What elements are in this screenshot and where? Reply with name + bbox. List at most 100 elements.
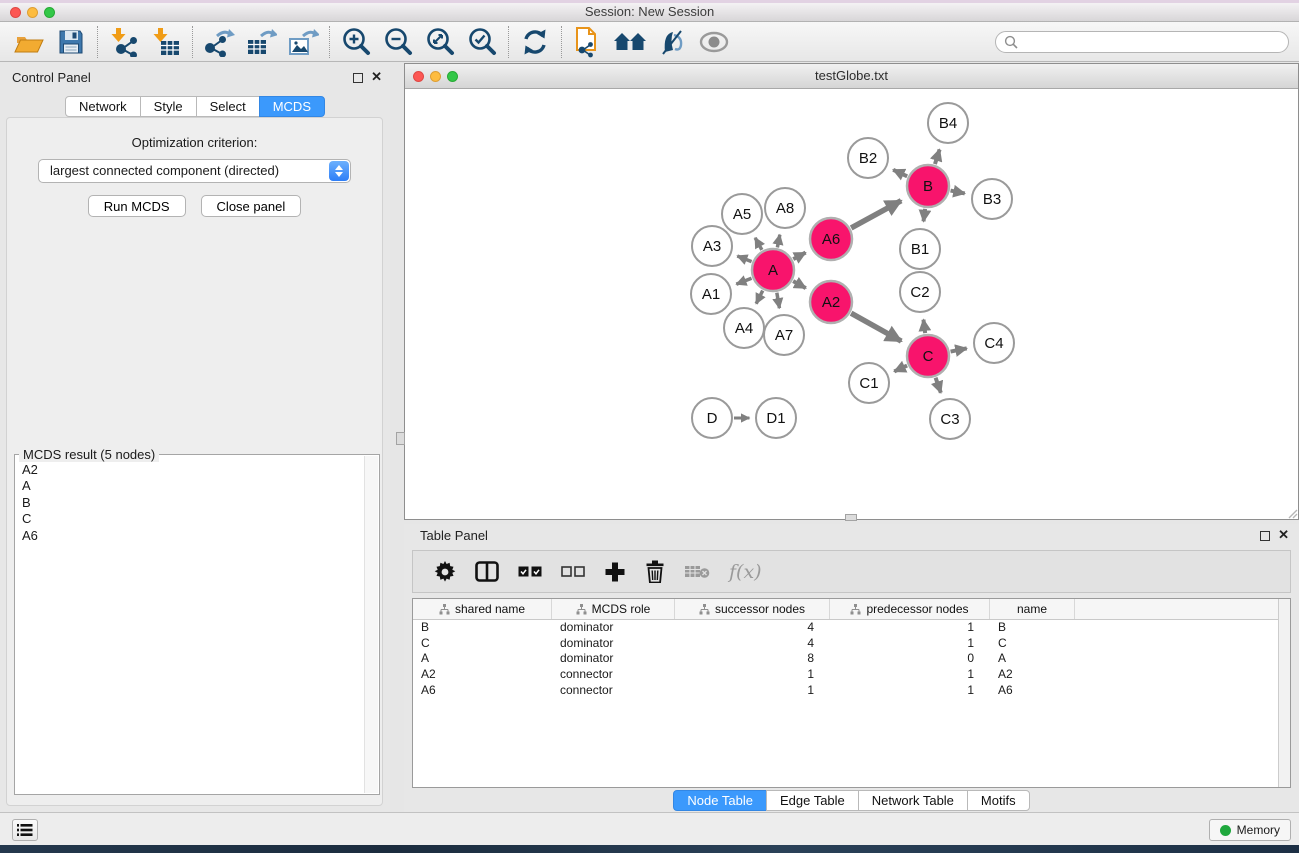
edge-C-C1[interactable] xyxy=(894,366,907,372)
column-header-MCDS-role[interactable]: MCDS role xyxy=(552,599,675,619)
add-column-button[interactable] xyxy=(604,561,626,583)
table-cell[interactable]: 1 xyxy=(830,620,990,636)
tab-edge-table[interactable]: Edge Table xyxy=(766,790,859,811)
node-D[interactable]: D xyxy=(692,398,732,438)
resize-grip-icon[interactable] xyxy=(1286,507,1298,519)
close-panel-icon[interactable]: ✕ xyxy=(371,71,382,83)
edge-C-C2[interactable] xyxy=(923,320,925,334)
select-all-button[interactable] xyxy=(518,566,542,577)
network-from-selection-button[interactable] xyxy=(567,25,609,59)
edge-A-A7[interactable] xyxy=(777,293,780,309)
import-network-button[interactable] xyxy=(103,25,145,59)
node-B4[interactable]: B4 xyxy=(928,103,968,143)
show-details-button[interactable] xyxy=(693,25,735,59)
close-panel-button[interactable]: Close panel xyxy=(201,195,302,217)
table-row[interactable]: Cdominator41C xyxy=(413,636,1290,652)
import-table-button[interactable] xyxy=(145,25,187,59)
node-B2[interactable]: B2 xyxy=(848,138,888,178)
edge-B-B2[interactable] xyxy=(893,170,907,177)
column-header-shared-name[interactable]: shared name xyxy=(413,599,552,619)
run-mcds-button[interactable]: Run MCDS xyxy=(88,195,186,217)
table-cell[interactable]: A6 xyxy=(413,683,552,699)
zoom-out-button[interactable] xyxy=(377,25,419,59)
node-C2[interactable]: C2 xyxy=(900,272,940,312)
table-cell[interactable]: C xyxy=(990,636,1075,652)
node-C1[interactable]: C1 xyxy=(849,363,889,403)
table-cell[interactable]: B xyxy=(413,620,552,636)
result-item[interactable]: A2 xyxy=(22,462,363,478)
table-cell[interactable]: A2 xyxy=(413,667,552,683)
minimize-window-button[interactable] xyxy=(27,7,38,18)
float-table-panel-icon[interactable] xyxy=(1260,531,1270,541)
settings-gear-button[interactable] xyxy=(434,561,456,583)
tab-node-table[interactable]: Node Table xyxy=(673,790,767,811)
node-A6[interactable]: A6 xyxy=(810,218,852,260)
node-B1[interactable]: B1 xyxy=(900,229,940,269)
delete-table-button[interactable] xyxy=(684,564,710,580)
task-history-button[interactable] xyxy=(12,819,38,841)
node-A7[interactable]: A7 xyxy=(764,315,804,355)
result-item[interactable]: C xyxy=(22,511,363,527)
edge-C-C3[interactable] xyxy=(936,378,941,393)
node-A5[interactable]: A5 xyxy=(722,194,762,234)
table-cell[interactable]: connector xyxy=(552,683,675,699)
table-cell[interactable]: A2 xyxy=(990,667,1075,683)
close-window-button[interactable] xyxy=(10,7,21,18)
tab-network-table[interactable]: Network Table xyxy=(858,790,968,811)
tab-style[interactable]: Style xyxy=(140,96,197,117)
function-builder-button[interactable]: f(x) xyxy=(729,561,762,583)
node-A2[interactable]: A2 xyxy=(810,281,852,323)
export-table-button[interactable] xyxy=(240,25,282,59)
vertical-split-handle[interactable] xyxy=(396,432,405,445)
node-B3[interactable]: B3 xyxy=(972,179,1012,219)
net-minimize-button[interactable] xyxy=(430,71,441,82)
node-B[interactable]: B xyxy=(907,165,949,207)
save-session-button[interactable] xyxy=(50,25,92,59)
tab-mcds[interactable]: MCDS xyxy=(259,96,325,117)
edge-B-B4[interactable] xyxy=(935,149,940,164)
table-row[interactable]: Adominator80A xyxy=(413,651,1290,667)
deselect-all-button[interactable] xyxy=(561,566,585,577)
node-A4[interactable]: A4 xyxy=(724,308,764,348)
memory-button[interactable]: Memory xyxy=(1209,819,1291,841)
refresh-button[interactable] xyxy=(514,25,556,59)
table-cell[interactable]: dominator xyxy=(552,620,675,636)
edge-A-A2[interactable] xyxy=(793,281,806,288)
horizontal-split-handle[interactable] xyxy=(845,514,857,521)
table-cell[interactable]: 1 xyxy=(830,667,990,683)
table-cell[interactable]: A xyxy=(990,651,1075,667)
result-item[interactable]: A6 xyxy=(22,528,363,544)
table-row[interactable]: Bdominator41B xyxy=(413,620,1290,636)
node-A3[interactable]: A3 xyxy=(692,226,732,266)
search-input[interactable] xyxy=(995,31,1289,53)
open-session-button[interactable] xyxy=(8,25,50,59)
table-cell[interactable]: A6 xyxy=(990,683,1075,699)
table-cell[interactable]: 8 xyxy=(675,651,830,667)
edge-A2-C[interactable] xyxy=(851,313,901,341)
zoom-selected-button[interactable] xyxy=(461,25,503,59)
table-cell[interactable]: A xyxy=(413,651,552,667)
edge-A-A4[interactable] xyxy=(756,291,763,304)
export-network-button[interactable] xyxy=(198,25,240,59)
result-scrollbar[interactable] xyxy=(364,456,378,793)
edge-A-A5[interactable] xyxy=(755,238,762,250)
net-zoom-button[interactable] xyxy=(447,71,458,82)
table-cell[interactable]: connector xyxy=(552,667,675,683)
column-header-predecessor-nodes[interactable]: predecessor nodes xyxy=(830,599,990,619)
net-close-button[interactable] xyxy=(413,71,424,82)
node-C[interactable]: C xyxy=(907,335,949,377)
table-cell[interactable]: 1 xyxy=(830,683,990,699)
node-D1[interactable]: D1 xyxy=(756,398,796,438)
result-item[interactable]: B xyxy=(22,495,363,511)
edge-A-A6[interactable] xyxy=(793,253,805,260)
hide-panels-button[interactable] xyxy=(651,25,693,59)
table-cell[interactable]: 1 xyxy=(675,667,830,683)
edge-B-B3[interactable] xyxy=(951,191,965,194)
home-layout-button[interactable] xyxy=(609,25,651,59)
delete-column-button[interactable] xyxy=(645,560,665,583)
zoom-window-button[interactable] xyxy=(44,7,55,18)
float-panel-icon[interactable] xyxy=(353,73,363,83)
column-header-successor-nodes[interactable]: successor nodes xyxy=(675,599,830,619)
table-cell[interactable]: 4 xyxy=(675,620,830,636)
table-scrollbar[interactable] xyxy=(1278,599,1290,787)
